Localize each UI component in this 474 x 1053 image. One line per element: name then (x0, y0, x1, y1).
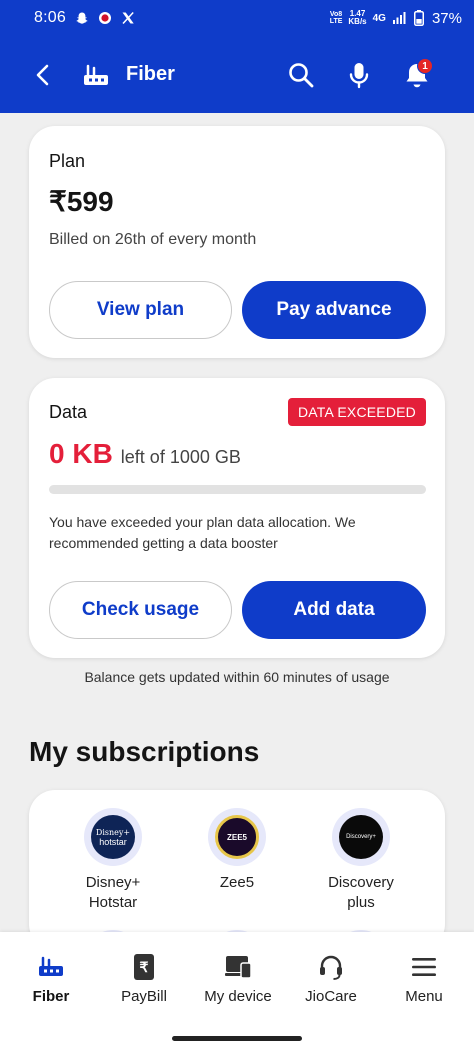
volte-bottom: LTE (329, 18, 343, 25)
app-header: Fiber (0, 36, 474, 113)
notification-count-badge: 1 (417, 58, 433, 74)
data-exceeded-badge: DATA EXCEEDED (288, 398, 426, 426)
page-title: Fiber (126, 63, 175, 85)
subscriptions-card: Disney+ hotstar Disney+ Hotstar ZEE5 Zee… (29, 790, 445, 950)
data-title: Data (49, 402, 88, 422)
nav-label: Fiber (32, 988, 70, 1005)
data-total: left of 1000 GB (120, 447, 241, 467)
menu-icon (409, 952, 439, 982)
nav-item-paybill[interactable]: ₹ PayBill (108, 932, 180, 1025)
bill-icon: ₹ (129, 952, 159, 982)
router-icon (36, 952, 66, 982)
volte-indicator: Vo8 LTE (330, 11, 343, 25)
subscription-logo-ring: ZEE5 (208, 808, 266, 866)
status-time: 8:06 (34, 9, 66, 26)
zee5-logo-text: ZEE5 (226, 832, 247, 842)
data-card: Data DATA EXCEEDED 0 KB left of 1000 GB … (29, 378, 445, 658)
signal-icon (392, 11, 406, 25)
svg-text:₹: ₹ (140, 959, 149, 975)
nav-item-jiocare[interactable]: JioCare (295, 932, 367, 1025)
data-exceeded-message: You have exceeded your plan data allocat… (49, 514, 356, 551)
disney-hotstar-logo: Disney+ hotstar (91, 815, 135, 859)
disney-logo-text: Disney+ (95, 827, 131, 837)
plan-title: Plan (49, 151, 86, 171)
app-notification-icon (98, 11, 112, 25)
plan-card: Plan ₹599 Billed on 26th of every month … (29, 126, 445, 358)
data-remaining: 0 KB left of 1000 GB (49, 438, 241, 470)
data-remaining-amount: 0 KB (49, 438, 113, 469)
nav-label: My device (204, 988, 272, 1005)
router-icon (80, 62, 110, 88)
status-right: Vo8 LTE 1.47 KB/s 4G 37% (330, 10, 462, 27)
subscription-item-disney-hotstar[interactable]: Disney+ hotstar Disney+ Hotstar (48, 808, 178, 913)
balance-update-note: Balance gets updated within 60 minutes o… (84, 669, 390, 685)
hotstar-logo-text: hotstar (99, 836, 127, 847)
zee5-logo: ZEE5 (215, 815, 259, 859)
subscription-item-discovery-plus[interactable]: Discovery+ Discovery plus (296, 808, 426, 913)
discovery-plus-logo: Discovery+ (339, 815, 383, 859)
battery-icon (412, 10, 426, 26)
back-arrow-icon (36, 64, 49, 86)
status-left: 8:06 (34, 9, 135, 27)
back-button[interactable] (28, 60, 58, 90)
subscription-logo-ring: Disney+ hotstar (84, 808, 142, 866)
subscription-name: Discovery plus (328, 874, 394, 911)
search-icon (289, 63, 314, 88)
network-type: 4G (372, 12, 386, 24)
search-button[interactable] (286, 60, 316, 90)
device-icon (223, 952, 253, 982)
nav-item-my-device[interactable]: My device (195, 932, 281, 1025)
volte-top: Vo8 (329, 11, 343, 18)
subscription-name: Disney+ Hotstar (85, 874, 141, 911)
nav-label: Menu (405, 988, 443, 1005)
home-gesture-bar[interactable] (172, 1036, 302, 1041)
check-usage-button[interactable]: Check usage (49, 581, 232, 639)
battery-percent: 37% (431, 9, 462, 27)
voice-search-button[interactable] (344, 60, 374, 90)
nav-label: PayBill (121, 988, 167, 1005)
subscriptions-heading: My subscriptions (29, 736, 260, 767)
speed-unit: KB/s (348, 17, 367, 26)
snapchat-icon (75, 11, 89, 25)
x-icon (121, 11, 135, 25)
gesture-area (0, 1025, 474, 1053)
subscription-name: Zee5 (219, 874, 255, 891)
status-bar: 8:06 Vo8 LTE 1.47 KB/s 4G 37% (0, 0, 474, 36)
subscription-logo-ring: Discovery+ (332, 808, 390, 866)
headset-icon (316, 952, 346, 982)
nav-item-fiber[interactable]: Fiber (15, 932, 87, 1025)
discovery-logo-text: Discovery+ (346, 834, 376, 840)
pay-advance-button[interactable]: Pay advance (242, 281, 426, 339)
data-usage-progress (49, 485, 426, 494)
subscription-item-zee5[interactable]: ZEE5 Zee5 (172, 808, 302, 893)
network-speed: 1.47 KB/s (348, 10, 366, 26)
billing-date: Billed on 26th of every month (49, 231, 257, 248)
mic-icon (349, 63, 369, 89)
view-plan-button[interactable]: View plan (49, 281, 232, 339)
nav-label: JioCare (305, 988, 357, 1005)
bottom-navigation: Fiber ₹ PayBill My device JioCare Menu (0, 932, 474, 1025)
nav-item-menu[interactable]: Menu (388, 932, 460, 1025)
plan-price: ₹599 (49, 186, 114, 217)
add-data-button[interactable]: Add data (242, 581, 426, 639)
